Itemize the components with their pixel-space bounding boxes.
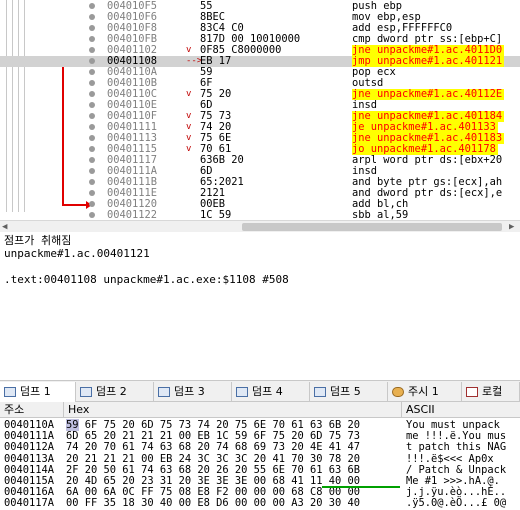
dump-first-byte: 74 xyxy=(66,441,79,454)
breakpoint-dot-icon[interactable] xyxy=(89,91,95,97)
dump-first-byte: 20 xyxy=(66,475,79,487)
breakpoint-dot-icon[interactable] xyxy=(89,102,95,108)
breakpoint-dot-icon[interactable] xyxy=(89,157,95,163)
dump-first-byte: 59 xyxy=(66,419,79,431)
disasm-row[interactable]: 0040110A 59 pop ecx xyxy=(0,67,520,78)
dump-row[interactable]: 0040117A 00 FF 35 18 30 40 00 E8 D6 00 00… xyxy=(0,498,520,509)
jump-taken-label: 점프가 취해짐 xyxy=(4,234,72,247)
dump-rest-bytes: 20 50 61 74 63 68 20 26 20 55 6E 70 61 6… xyxy=(78,463,361,476)
jump-marker: v xyxy=(186,111,192,121)
breakpoint-dot-icon[interactable] xyxy=(89,69,95,75)
dump-icon xyxy=(236,387,248,397)
tab-label: 덤프 2 xyxy=(96,385,127,398)
breakpoint-dot-icon[interactable] xyxy=(89,190,95,196)
breakpoint-dot-icon[interactable] xyxy=(89,135,95,141)
breakpoint-dot-icon[interactable] xyxy=(89,36,95,42)
tab-label: 주시 1 xyxy=(408,385,439,398)
breakpoint-dot-icon[interactable] xyxy=(89,201,95,207)
disasm-row[interactable]: 00401108 --> EB 17 jmp unpackme#1.ac.401121 xyxy=(0,56,520,67)
jump-marker: v xyxy=(186,144,192,154)
dump-icon xyxy=(158,387,170,397)
tab-덤프-2[interactable]: 덤프 2 xyxy=(76,382,154,402)
breakpoint-dot-icon[interactable] xyxy=(89,80,95,86)
section-location-label: .text:00401108 unpackme#1.ac.exe:$1108 #… xyxy=(4,273,289,286)
dump-rest-bytes: 00 6A 0C FF 75 08 E8 F2 00 00 00 68 C8 0… xyxy=(78,486,361,499)
tab-덤프-1[interactable]: 덤프 1 xyxy=(0,382,76,402)
tab-label: 덤프 3 xyxy=(174,385,205,398)
dump-address: 0040113A xyxy=(4,452,55,465)
breakpoint-dot-icon[interactable] xyxy=(89,14,95,20)
disasm-bytes: 1C 59 xyxy=(200,209,232,221)
dump-header: 주소 Hex ASCII xyxy=(0,402,520,418)
dump-ascii: !!!.ë$<<< Ap0x xyxy=(406,452,494,465)
tab-주시-1[interactable]: 주시 1 xyxy=(388,382,462,402)
tab-덤프-5[interactable]: 덤프 5 xyxy=(310,382,388,402)
dump-rest-bytes: 20 70 61 74 63 68 20 74 68 69 73 20 4E 4… xyxy=(78,441,361,454)
dump-hex-bytes: 00 FF 35 18 30 40 00 E8 D6 00 00 00 A3 2… xyxy=(66,498,360,509)
dump-icon xyxy=(4,387,16,397)
breakpoint-dot-icon[interactable] xyxy=(89,124,95,130)
info-pane: 점프가 취해짐 unpackme#1.ac.00401121 .text:004… xyxy=(0,232,520,376)
breakpoint-dot-icon[interactable] xyxy=(89,58,95,64)
scrollbar-thumb[interactable] xyxy=(242,223,502,231)
disasm-row[interactable]: 00401122 1C 59 sbb al,59 xyxy=(0,210,520,220)
disassembly-horizontal-scrollbar[interactable]: ◀ ▶ xyxy=(0,220,520,232)
breakpoint-dot-icon[interactable] xyxy=(89,179,95,185)
dump-first-byte: 20 xyxy=(66,452,79,465)
breakpoint-dot-icon[interactable] xyxy=(89,25,95,31)
disassembly-view[interactable]: 004010F5 55 push ebp 004010F6 8BEC mov ebp,es… xyxy=(0,0,520,220)
locals-x-icon xyxy=(466,387,478,397)
breakpoint-dot-icon[interactable] xyxy=(89,47,95,53)
disasm-row[interactable]: 00401120 00EB add bl,ch xyxy=(0,199,520,210)
dump-ascii: t patch this NAG xyxy=(406,441,507,454)
disasm-instruction: sbb al,59 xyxy=(352,209,409,221)
col-hex-header[interactable]: Hex xyxy=(64,402,402,418)
dump-address: 0040112A xyxy=(4,441,55,454)
scroll-right-arrow-icon[interactable]: ▶ xyxy=(509,222,514,232)
jump-marker: v xyxy=(186,89,192,99)
watch-cat-icon xyxy=(392,387,404,397)
col-address-header[interactable]: 주소 xyxy=(0,402,64,418)
dump-icon xyxy=(80,387,92,397)
tab-label: 로컬 xyxy=(482,385,503,398)
dump-first-byte: 6A xyxy=(66,486,79,499)
info-blank-line xyxy=(0,260,520,273)
tab-덤프-4[interactable]: 덤프 4 xyxy=(232,382,310,402)
disasm-row[interactable]: 00401117 636B 20 arpl word ptr ds:[ebx+20 xyxy=(0,155,520,166)
breakpoint-dot-icon[interactable] xyxy=(89,146,95,152)
dump-rest-bytes: 21 21 21 00 EB 24 3C 3C 3C 20 41 70 30 7… xyxy=(78,452,361,465)
dump-icon xyxy=(314,387,326,397)
dump-ascii: .ÿ5.0@.èÖ...£ 0@ xyxy=(406,497,507,510)
tab-label: 덤프 4 xyxy=(252,385,283,398)
dump-rest-bytes: 6F 75 20 6D 75 73 74 20 75 6E 70 61 63 6… xyxy=(78,419,361,431)
disasm-address: 00401122 xyxy=(107,209,158,221)
breakpoint-dot-icon[interactable] xyxy=(89,3,95,9)
dump-first-byte: 6D xyxy=(66,430,79,443)
reference-underline xyxy=(322,486,400,488)
scroll-left-arrow-icon[interactable]: ◀ xyxy=(2,222,7,232)
disasm-row[interactable]: 0040110C v 75 20 jne unpackme#1.ac.40112E xyxy=(0,89,520,100)
disasm-row[interactable]: 0040111E 2121 and dword ptr ds:[ecx],e xyxy=(0,188,520,199)
dump-rest-bytes: FF 35 18 30 40 00 E8 D6 00 00 00 A3 20 3… xyxy=(78,497,361,510)
dump-first-byte: 2F xyxy=(66,463,79,476)
dump-first-byte: 00 xyxy=(66,497,79,510)
jump-marker: v xyxy=(186,122,192,132)
tab-label: 덤프 5 xyxy=(330,385,361,398)
dump-tab-bar: 덤프 1 덤프 2 덤프 3 덤프 4 덤프 5 주시 1 로컬 xyxy=(0,380,520,402)
dump-rest-bytes: 65 20 21 21 21 00 EB 1C 59 6F 75 20 6D 7… xyxy=(78,430,361,443)
tab-label: 덤프 1 xyxy=(20,385,51,398)
col-ascii-header[interactable]: ASCII xyxy=(402,402,520,418)
breakpoint-dot-icon[interactable] xyxy=(89,212,95,218)
breakpoint-dot-icon[interactable] xyxy=(89,113,95,119)
tab-덤프-3[interactable]: 덤프 3 xyxy=(154,382,232,402)
dump-address: 0040117A xyxy=(4,497,55,510)
breakpoint-dot-icon[interactable] xyxy=(89,168,95,174)
dump-rest-bytes: 4D 65 20 23 31 20 3E 3E 3E 00 68 41 11 4… xyxy=(78,475,361,487)
jump-marker: v xyxy=(186,45,192,55)
tab-로컬[interactable]: 로컬 xyxy=(462,382,520,402)
jump-target-label: unpackme#1.ac.00401121 xyxy=(4,247,150,260)
disasm-row[interactable]: 004010F5 55 push ebp xyxy=(0,1,520,12)
hex-dump-view[interactable]: 주소 Hex ASCII 0040110A 59 6F 75 20 6D 75 7… xyxy=(0,402,520,510)
jump-marker: v xyxy=(186,133,192,143)
